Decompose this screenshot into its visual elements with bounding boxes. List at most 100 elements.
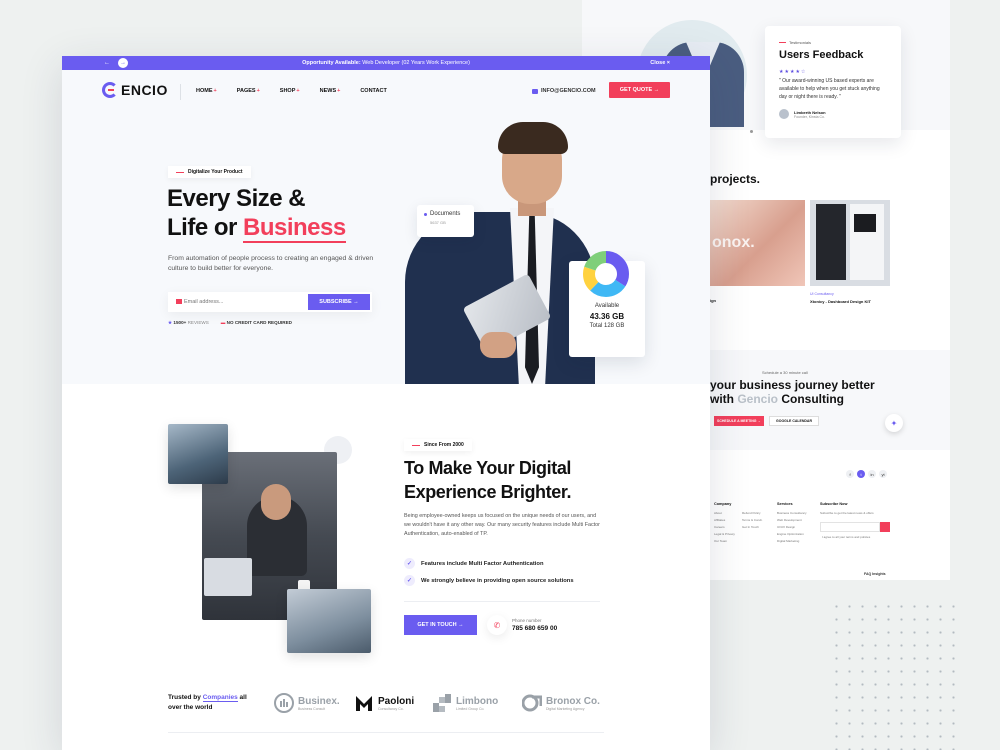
main-nav: ENCIO HOME+ PAGES+ SHOP+ NEWS+ CONTACT I…: [102, 82, 670, 102]
storage-total: Total 128 GB: [589, 323, 625, 329]
brand-bronox[interactable]: Bronox Co. Digital Marketing Agency: [522, 693, 600, 713]
brand-sub: Digital Marketing Agency: [546, 706, 585, 711]
youtube-icon[interactable]: yt: [879, 470, 887, 478]
footer-link[interactable]: Terms & Condi.: [742, 517, 763, 524]
hero-title-line2: Life or Business: [167, 213, 346, 243]
bronox-logo-icon: [522, 694, 542, 712]
schedule-title-line2: with Gencio Consulting: [710, 392, 875, 406]
nav-label: SHOP: [279, 88, 296, 94]
hero-description: From automation of people process to cre…: [168, 255, 374, 272]
hero-title-prefix: Life or: [167, 214, 244, 241]
star-icon: ★: [168, 320, 173, 325]
storage-value: 43.36 GB: [589, 312, 625, 321]
nav-label: PAGES: [236, 88, 256, 94]
hero-person-hair: [498, 122, 568, 154]
author-role: Founder, Kinsta Co.: [794, 114, 825, 119]
gencio-logo[interactable]: ENCIO: [102, 82, 168, 98]
phone-number[interactable]: 785 680 659 00: [512, 625, 557, 632]
subscribe-button[interactable]: SUBSCRIBE →: [308, 294, 370, 310]
schedule-prefix: with: [710, 392, 738, 406]
schedule-title: your business journey better with Gencio…: [710, 378, 875, 406]
footer-link[interactable]: Refund Policy: [742, 510, 763, 517]
footer-link[interactable]: Web Development: [777, 517, 807, 524]
mail-icon: [532, 88, 538, 94]
project-1-caption[interactable]: ign: [710, 298, 716, 303]
about-tag: Since From 2000: [404, 439, 472, 451]
feature-item: ✓ We strongly believe in providing open …: [404, 575, 574, 586]
brand-name: Bronox Co.: [546, 695, 600, 707]
hero-title-line1: Every Size &: [167, 185, 306, 212]
get-in-touch-button[interactable]: GET IN TOUCH →: [404, 615, 477, 635]
get-quote-button[interactable]: GET QUOTE →: [609, 82, 670, 98]
brand-paoloni[interactable]: Paoloni Consultancy Co.: [354, 693, 414, 713]
nav-email-link[interactable]: INFO@GENCIO.COM: [532, 88, 596, 94]
schedule-meeting-button[interactable]: SCHEDULE A MEETING →: [714, 416, 764, 426]
phone-icon[interactable]: ✆: [487, 615, 507, 635]
feature-text: We strongly believe in providing open so…: [421, 577, 574, 584]
footer-col-policies: Refund Policy Terms & Condi. Get In Touc…: [742, 510, 763, 531]
footer-link[interactable]: Get In Touch: [742, 524, 763, 531]
email-input[interactable]: [184, 294, 304, 310]
footer-col-subscribe: Subscribe Now Subscribe to get the lates…: [820, 502, 890, 517]
google-calendar-button[interactable]: GOOGLE CALENDAR: [769, 416, 819, 426]
footer-link[interactable]: Legal & Privacy: [714, 531, 735, 538]
project-image-2[interactable]: [810, 200, 890, 286]
close-announcement-button[interactable]: Close ×: [650, 60, 670, 66]
feedback-quote: " Our award-winning US based experts are…: [779, 78, 880, 100]
project-2-caption[interactable]: Xtonicy - Dashboard Design KIT: [810, 299, 871, 304]
announcement-bold: Opportunity Available:: [302, 59, 361, 66]
hero-title: Every Size & Life or Business: [167, 184, 346, 243]
twitter-icon[interactable]: t: [857, 470, 865, 478]
footer-bottom-links[interactable]: FAQ Insights: [864, 572, 886, 576]
trusted-by-text: Trusted by Companies all over the world: [168, 693, 247, 713]
footer-link[interactable]: Careers: [714, 524, 735, 531]
nav-item-news[interactable]: NEWS+: [320, 88, 341, 94]
footer-link[interactable]: Digital Marketing: [777, 538, 807, 545]
brand-name: Limbono: [456, 695, 499, 707]
brand-sub: Consultancy Co.: [378, 706, 404, 711]
about-title: To Make Your Digital Experience Brighter…: [404, 456, 571, 504]
nav-item-shop[interactable]: SHOP+: [280, 88, 300, 94]
announcement-text[interactable]: Opportunity Available: Web Developer (02…: [62, 60, 710, 66]
about-title-line2: Experience Brighter.: [404, 482, 572, 502]
mockup-panel-dark: [816, 204, 846, 280]
rating-stars-icon: ★★★★☆: [779, 69, 807, 75]
trusted-highlight: Companies: [202, 694, 238, 702]
author-name: Limberth Nelson: [794, 109, 826, 115]
footer-terms-checkbox[interactable]: I agree to all your terms and policies: [822, 534, 870, 541]
footer-link[interactable]: About: [714, 510, 735, 517]
reviews-badge: ★ 1500+ REVIEWS: [168, 320, 209, 326]
footer-link[interactable]: UI/UX Design: [777, 524, 807, 531]
footer-send-button[interactable]: [880, 522, 890, 532]
announcement-bar: ← → Opportunity Available: Web Developer…: [62, 56, 710, 70]
brand-name: Paoloni: [378, 695, 415, 707]
footer-heading: Services: [777, 502, 793, 506]
gift-icon[interactable]: ✦: [885, 414, 903, 432]
nav-label: CONTACT: [360, 88, 387, 94]
nav-item-pages[interactable]: PAGES+: [237, 88, 260, 94]
hero-person-hand: [480, 332, 516, 358]
about-title-line1: To Make Your Digital: [404, 458, 572, 478]
brand-sub: Limited Group Co.: [456, 706, 485, 711]
hero-tag: Digitalize Your Product: [168, 166, 251, 178]
photo-laptop: [204, 558, 252, 596]
footer-link[interactable]: Business Consultancy: [777, 510, 807, 517]
reviews-label: REVIEWS: [187, 320, 209, 325]
schedule-tag: Schedule a 30 minute call: [762, 370, 808, 375]
nav-item-contact[interactable]: CONTACT: [360, 88, 386, 94]
brand-limbono[interactable]: Limbono Limited Group Co.: [432, 693, 498, 713]
footer-link[interactable]: Affiliates: [714, 517, 735, 524]
divider: [168, 732, 604, 733]
trusted-prefix: Trusted by: [168, 694, 203, 701]
check-icon: ✓: [404, 575, 415, 586]
brand-businex[interactable]: Businex. Business Consult: [274, 693, 340, 713]
donut-hole: [596, 264, 616, 284]
brand-sub: Business Consult: [298, 706, 326, 711]
nav-item-home[interactable]: HOME+: [196, 88, 217, 94]
facebook-icon[interactable]: f: [846, 470, 854, 478]
linkedin-icon[interactable]: in: [868, 470, 876, 478]
footer-link[interactable]: Engine Optimization: [777, 531, 807, 538]
hero-section: ENCIO HOME+ PAGES+ SHOP+ NEWS+ CONTACT I…: [62, 70, 710, 384]
footer-link[interactable]: Our Team: [714, 538, 735, 545]
footer-email-input[interactable]: [820, 522, 880, 532]
